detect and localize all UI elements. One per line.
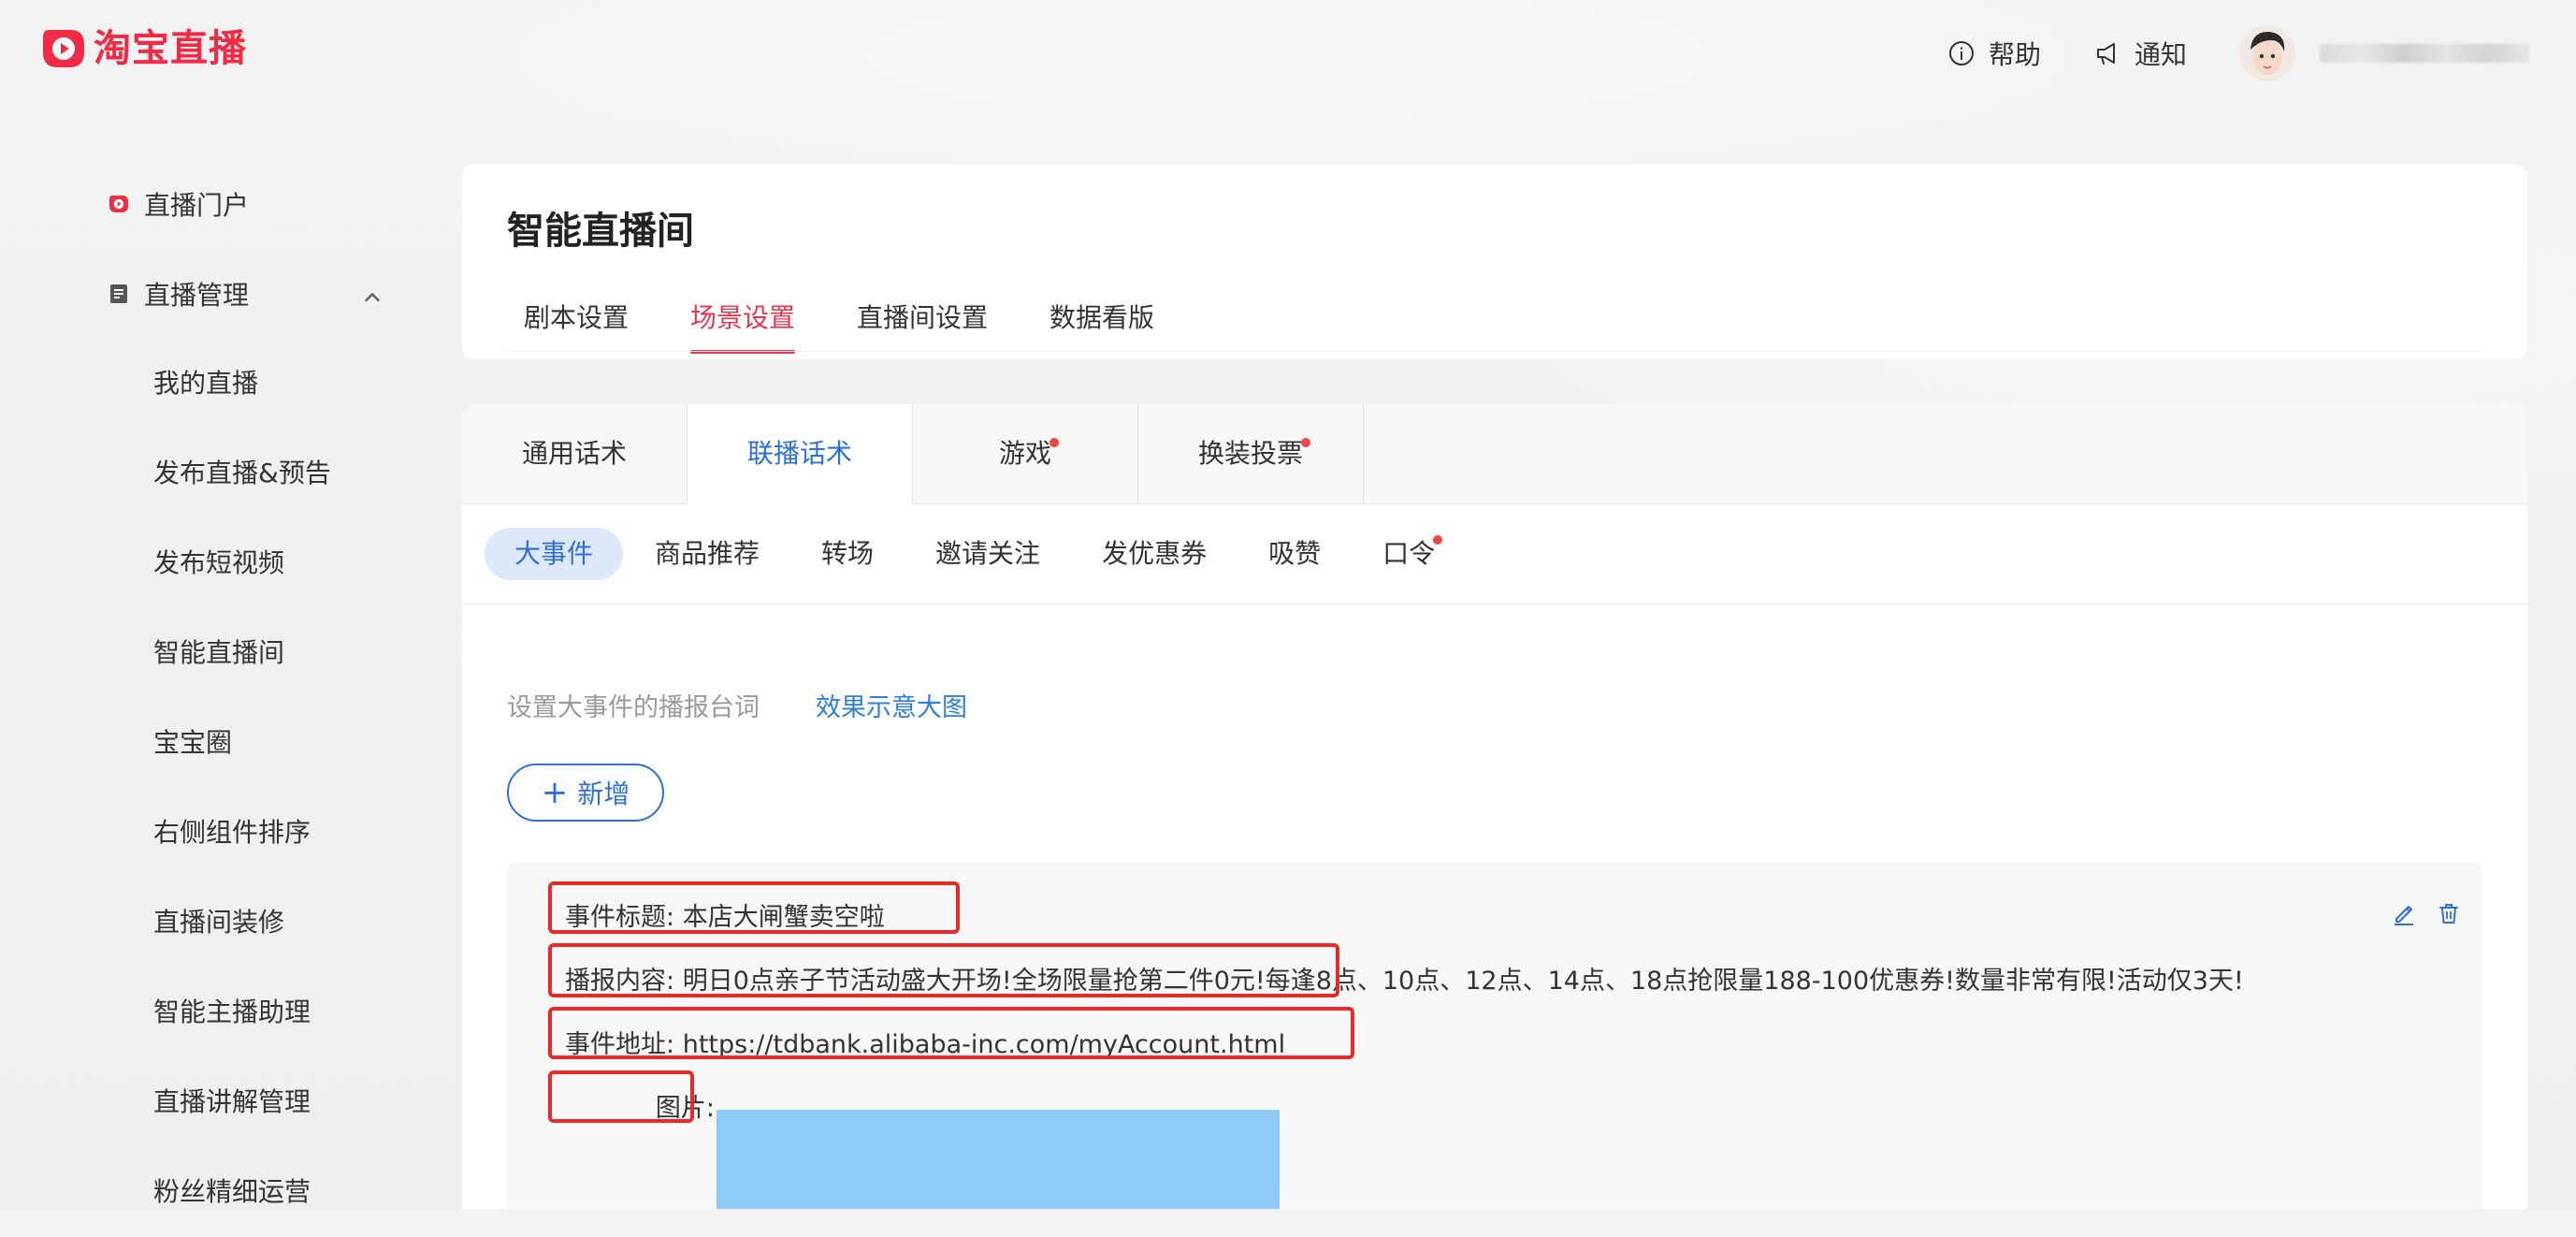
help-label: 帮助 [1988,39,2041,70]
tab-games-label: 游戏 [998,438,1051,469]
event-actions [2372,900,2462,926]
info-circle-icon [1948,41,1974,65]
notification-link[interactable]: 通知 [2093,35,2187,72]
page-header-card: 智能直播间 剧本设置 场景设置 直播间设置 数据看版 [462,165,2527,359]
notification-label: 通知 [2134,39,2187,70]
sidebar-item-publish-live[interactable]: 发布直播&预告 [0,429,449,518]
tab-general-script[interactable]: 通用话术 [462,404,687,503]
sidebar-item-live-portal[interactable]: 直播门户 [0,159,449,249]
highlight-box-address [548,1007,1354,1059]
user-avatar[interactable] [2239,25,2295,81]
tab-get-likes[interactable]: 吸赞 [1238,528,1351,580]
user-name-blurred[interactable] [2320,44,2529,63]
tab-outfit-vote-label: 换装投票 [1197,438,1303,469]
edit-icon[interactable] [2391,900,2417,926]
event-item-card: 事件标题: 本店大闸蟹卖空啦 播报内容: 明日0点亲子节活动盛大开场!全场限量抢… [507,863,2482,1209]
highlight-box-title [548,881,960,934]
header-actions: 帮助 通知 [1947,21,2529,86]
avatar-face-icon [2239,25,2295,81]
new-badge-dot [1049,438,1059,447]
tabs-divider [507,351,2482,352]
tab-script-settings[interactable]: 剧本设置 [507,298,645,354]
tab-password-label: 口令 [1382,538,1436,569]
chevron-up-icon[interactable] [360,284,384,309]
new-badge-dot [1301,438,1310,447]
tab-games[interactable]: 游戏 [913,404,1138,503]
document-icon [110,284,127,303]
sidebar-item-smart-live-room[interactable]: 智能直播间 [0,608,449,698]
tab-transition[interactable]: 转场 [791,528,904,580]
sidebar-item-room-decoration[interactable]: 直播间装修 [0,878,449,968]
section-description-row: 设置大事件的播报台词 效果示意大图 [507,687,967,723]
live-portal-icon [109,196,128,212]
tab-outfit-vote[interactable]: 换装投票 [1138,404,1364,503]
sidebar-item-fan-operations[interactable]: 粉丝精细运营 [0,1147,449,1237]
sidebar-group-live-management[interactable]: 直播管理 [0,249,449,339]
taobao-live-logo-icon [43,30,84,67]
scene-content-card: 通用话术 联播话术 游戏 换装投票 大事件 商品推荐 转场 邀请关注 发优惠券 … [462,404,2527,1209]
tab-scene-settings[interactable]: 场景设置 [673,298,812,354]
tab-big-event[interactable]: 大事件 [485,528,624,580]
sidebar-item-widget-order[interactable]: 右侧组件排序 [0,788,449,878]
sidebar-item-smart-host-assistant[interactable]: 智能主播助理 [0,968,449,1057]
brand-logo[interactable]: 淘宝直播 [39,24,247,73]
tab-room-settings[interactable]: 直播间设置 [840,298,1005,354]
trash-icon[interactable] [2436,900,2462,926]
sidebar-item-publish-short-video[interactable]: 发布短视频 [0,518,449,608]
plus-icon: + [541,774,569,811]
highlight-box-image [548,1070,694,1123]
section-description: 设置大事件的播报台词 [507,693,760,722]
page-title: 智能直播间 [507,210,694,253]
tab-linked-script[interactable]: 联播话术 [687,404,913,504]
tab-product-recommend[interactable]: 商品推荐 [625,528,789,580]
sidebar-item-explanation-management[interactable]: 直播讲解管理 [0,1057,449,1147]
tab-password[interactable]: 口令 [1353,528,1465,580]
top-header: 淘宝直播 帮助 通知 [0,0,2576,105]
add-event-label: 新增 [577,779,630,809]
new-badge-dot [1433,535,1443,545]
effect-preview-link[interactable]: 效果示意大图 [816,687,967,723]
tab-invite-follow[interactable]: 邀请关注 [905,528,1070,580]
megaphone-icon [2096,43,2115,65]
highlight-box-content [548,943,1339,997]
brand-logo-text: 淘宝直播 [94,27,247,70]
sidebar-item-baby-circle[interactable]: 宝宝圈 [0,698,449,788]
page-tabs: 剧本设置 场景设置 直播间设置 数据看版 [507,298,1199,354]
sidebar-item-my-live[interactable]: 我的直播 [0,339,449,429]
add-event-button[interactable]: + 新增 [507,764,664,822]
event-image-placeholder[interactable] [716,1110,1280,1209]
help-link[interactable]: 帮助 [1947,35,2041,72]
sidebar-label-live-management: 直播管理 [144,280,250,311]
secondary-tabs: 通用话术 联播话术 游戏 换装投票 [462,404,2527,504]
tab-data-dashboard[interactable]: 数据看版 [1033,298,1171,354]
tab-send-coupon[interactable]: 发优惠券 [1072,528,1237,580]
event-type-tabs: 大事件 商品推荐 转场 邀请关注 发优惠券 吸赞 口令 [462,504,2527,604]
sidebar-label-live-portal: 直播门户 [144,190,250,221]
sidebar-nav: 直播门户 直播管理 我的直播 发布直播&预告 发布短视频 智能直播间 宝宝圈 右… [0,159,449,1237]
